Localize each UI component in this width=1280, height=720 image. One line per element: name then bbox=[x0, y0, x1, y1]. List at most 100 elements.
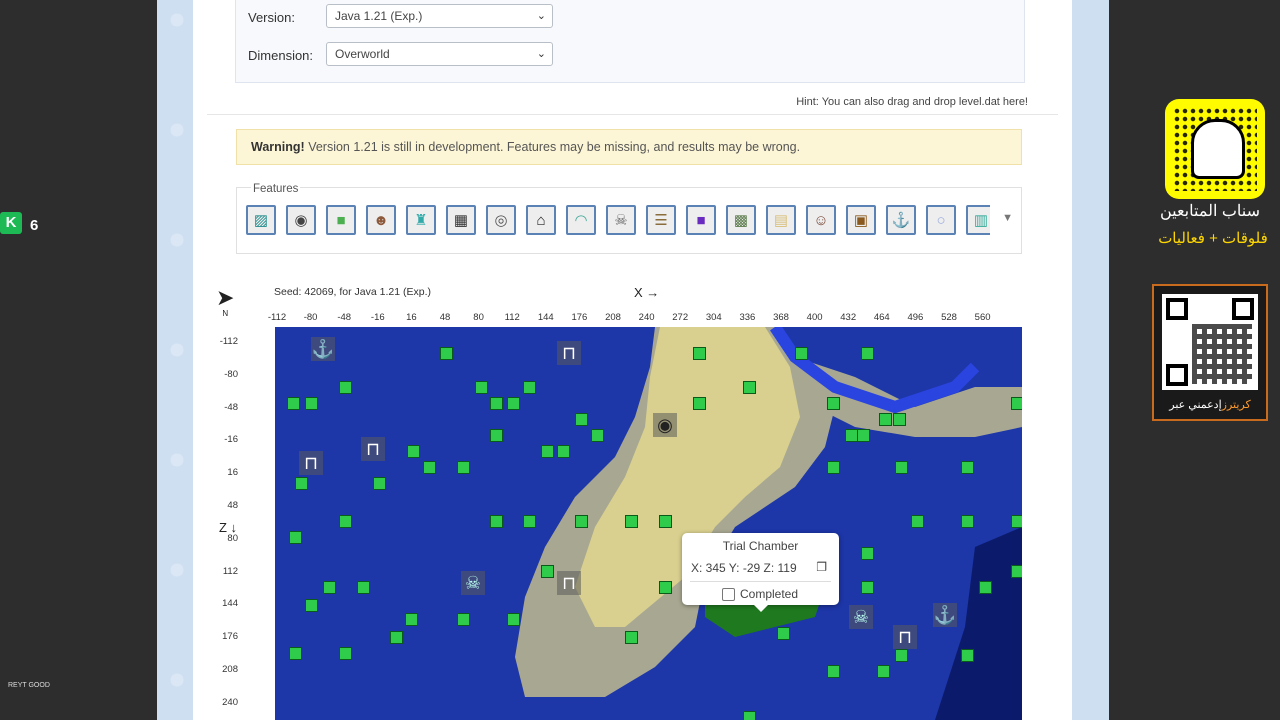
slime-chunk-marker[interactable] bbox=[295, 477, 308, 490]
version-select[interactable]: Java 1.21 (Exp.) ⌄ bbox=[326, 4, 553, 28]
slime-chunk-marker[interactable] bbox=[523, 381, 536, 394]
slime-chunk-marker[interactable] bbox=[373, 477, 386, 490]
slime-chunk-marker[interactable] bbox=[743, 711, 756, 720]
slime-chunk-marker[interactable] bbox=[895, 461, 908, 474]
slime-chunk-marker[interactable] bbox=[857, 429, 870, 442]
ocean-monument-icon[interactable]: ◉ bbox=[653, 413, 677, 437]
feature-toggle-button[interactable]: ◠ bbox=[566, 205, 596, 235]
slime-chunk-marker[interactable] bbox=[339, 515, 352, 528]
slime-chunk-marker[interactable] bbox=[523, 515, 536, 528]
slime-chunk-marker[interactable] bbox=[895, 649, 908, 662]
feature-toggle-button[interactable]: ⌂ bbox=[526, 205, 556, 235]
feature-toggle-button[interactable]: ☺ bbox=[806, 205, 836, 235]
ruined-portal-icon[interactable]: ⊓ bbox=[557, 341, 581, 365]
checkbox-box[interactable] bbox=[722, 587, 735, 601]
slime-chunk-marker[interactable] bbox=[1011, 397, 1022, 410]
feature-toggle-button[interactable]: ○ bbox=[926, 205, 956, 235]
ruined-portal-icon[interactable]: ⊓ bbox=[557, 571, 581, 595]
copy-icon[interactable]: ❐ bbox=[816, 560, 827, 574]
feature-toggle-button[interactable]: ▩ bbox=[726, 205, 756, 235]
slime-chunk-marker[interactable] bbox=[475, 381, 488, 394]
feature-toggle-button[interactable]: ☠ bbox=[606, 205, 636, 235]
slime-chunk-marker[interactable] bbox=[457, 613, 470, 626]
slime-chunk-marker[interactable] bbox=[659, 581, 672, 594]
slime-chunk-marker[interactable] bbox=[861, 547, 874, 560]
feature-toggle-button[interactable]: ▥ bbox=[966, 205, 990, 235]
slime-chunk-marker[interactable] bbox=[423, 461, 436, 474]
slime-chunk-marker[interactable] bbox=[827, 397, 840, 410]
slime-chunk-marker[interactable] bbox=[861, 347, 874, 360]
slime-chunk-marker[interactable] bbox=[693, 347, 706, 360]
feature-toggle-button[interactable]: ▤ bbox=[766, 205, 796, 235]
feature-toggle-button[interactable]: ■ bbox=[326, 205, 356, 235]
feature-toggle-button[interactable]: ☻ bbox=[366, 205, 396, 235]
ruined-portal-icon[interactable]: ⊓ bbox=[299, 451, 323, 475]
features-expand-arrow-icon[interactable]: ▼ bbox=[1002, 212, 1013, 224]
slime-chunk-marker[interactable] bbox=[1011, 565, 1022, 578]
slime-chunk-marker[interactable] bbox=[861, 581, 874, 594]
slime-chunk-marker[interactable] bbox=[289, 531, 302, 544]
slime-chunk-marker[interactable] bbox=[289, 647, 302, 660]
slime-chunk-marker[interactable] bbox=[961, 461, 974, 474]
slime-chunk-marker[interactable] bbox=[659, 515, 672, 528]
slime-chunk-marker[interactable] bbox=[625, 631, 638, 644]
slime-chunk-marker[interactable] bbox=[440, 347, 453, 360]
slime-chunk-marker[interactable] bbox=[339, 381, 352, 394]
feature-toggle-button[interactable]: ▨ bbox=[246, 205, 276, 235]
slime-chunk-marker[interactable] bbox=[795, 347, 808, 360]
slime-chunk-marker[interactable] bbox=[541, 445, 554, 458]
ocean-ruin-icon[interactable]: ☠ bbox=[849, 605, 873, 629]
shipwreck-anchor-icon[interactable]: ⚓ bbox=[933, 603, 957, 627]
slime-chunk-marker[interactable] bbox=[575, 413, 588, 426]
feature-toggle-button[interactable]: ⚓ bbox=[886, 205, 916, 235]
slime-chunk-marker[interactable] bbox=[827, 665, 840, 678]
dimension-select[interactable]: Overworld ⌄ bbox=[326, 42, 553, 66]
slime-chunk-marker[interactable] bbox=[507, 397, 520, 410]
slime-chunk-marker[interactable] bbox=[979, 581, 992, 594]
slime-chunk-marker[interactable] bbox=[827, 461, 840, 474]
slime-chunk-marker[interactable] bbox=[625, 515, 638, 528]
slime-chunk-marker[interactable] bbox=[541, 565, 554, 578]
slime-chunk-marker[interactable] bbox=[490, 429, 503, 442]
slime-chunk-marker[interactable] bbox=[557, 445, 570, 458]
ocean-ruin-icon[interactable]: ☠ bbox=[461, 571, 485, 595]
slime-chunk-marker[interactable] bbox=[323, 581, 336, 594]
slime-chunk-marker[interactable] bbox=[877, 665, 890, 678]
feature-toggle-button[interactable]: ☰ bbox=[646, 205, 676, 235]
world-map[interactable]: ⚓⊓⊓⊓◉☠⊓☠☠⚓⊓ Trial Chamber X: 345 Y: -29 … bbox=[275, 327, 1022, 720]
slime-chunk-marker[interactable] bbox=[490, 397, 503, 410]
ruined-portal-icon[interactable]: ⊓ bbox=[893, 625, 917, 649]
slime-chunk-marker[interactable] bbox=[457, 461, 470, 474]
slime-chunk-marker[interactable] bbox=[575, 515, 588, 528]
pillager-icon: ☠ bbox=[614, 212, 628, 229]
ruined-portal-icon[interactable]: ⊓ bbox=[361, 437, 385, 461]
completed-checkbox[interactable]: Completed bbox=[722, 587, 798, 601]
slime-chunk-marker[interactable] bbox=[390, 631, 403, 644]
slime-chunk-marker[interactable] bbox=[405, 613, 418, 626]
slime-chunk-marker[interactable] bbox=[339, 647, 352, 660]
slime-chunk-marker[interactable] bbox=[490, 515, 503, 528]
slime-chunk-marker[interactable] bbox=[287, 397, 300, 410]
feature-toggle-button[interactable]: ■ bbox=[686, 205, 716, 235]
slime-chunk-marker[interactable] bbox=[961, 515, 974, 528]
feature-toggle-button[interactable]: ◎ bbox=[486, 205, 516, 235]
feature-toggle-button[interactable]: ◉ bbox=[286, 205, 316, 235]
slime-chunk-marker[interactable] bbox=[305, 599, 318, 612]
slime-chunk-marker[interactable] bbox=[777, 627, 790, 640]
feature-toggle-button[interactable]: ♜ bbox=[406, 205, 436, 235]
feature-toggle-button[interactable]: ▦ bbox=[446, 205, 476, 235]
slime-chunk-marker[interactable] bbox=[879, 413, 892, 426]
feature-toggle-button[interactable]: ▣ bbox=[846, 205, 876, 235]
slime-chunk-marker[interactable] bbox=[1011, 515, 1022, 528]
slime-chunk-marker[interactable] bbox=[507, 613, 520, 626]
slime-chunk-marker[interactable] bbox=[305, 397, 318, 410]
slime-chunk-marker[interactable] bbox=[357, 581, 370, 594]
slime-chunk-marker[interactable] bbox=[693, 397, 706, 410]
slime-chunk-marker[interactable] bbox=[893, 413, 906, 426]
slime-chunk-marker[interactable] bbox=[961, 649, 974, 662]
slime-chunk-marker[interactable] bbox=[591, 429, 604, 442]
shipwreck-anchor-icon[interactable]: ⚓ bbox=[311, 337, 335, 361]
slime-chunk-marker[interactable] bbox=[911, 515, 924, 528]
slime-chunk-marker[interactable] bbox=[407, 445, 420, 458]
slime-chunk-marker[interactable] bbox=[743, 381, 756, 394]
